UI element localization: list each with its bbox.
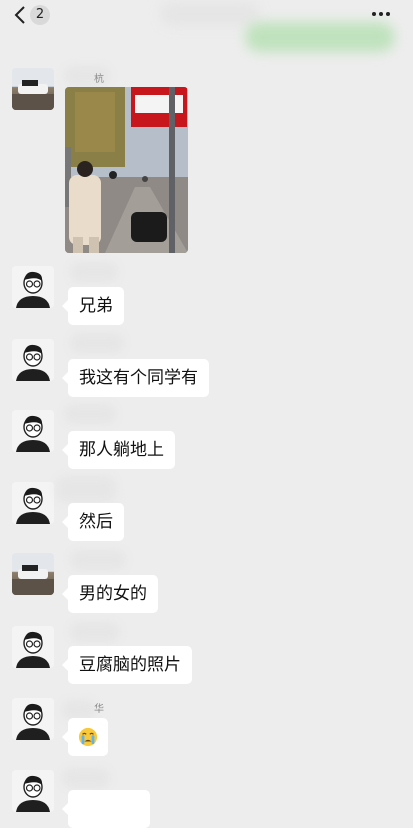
avatar[interactable]: [12, 553, 54, 595]
message-bubble[interactable]: 然后: [62, 503, 124, 541]
more-options-button[interactable]: [372, 8, 394, 20]
chat-header: 2: [0, 0, 413, 52]
dot-icon: [386, 12, 390, 16]
unread-count-badge: 2: [30, 5, 50, 25]
emoji-message[interactable]: 😭: [62, 718, 108, 756]
chevron-left-icon: [14, 6, 25, 24]
avatar[interactable]: [12, 770, 54, 812]
sender-name-blur: [62, 768, 110, 788]
avatar[interactable]: [12, 482, 54, 524]
sender-name-blur: [70, 622, 120, 642]
avatar[interactable]: [12, 626, 54, 668]
sender-name-blur: [64, 404, 116, 424]
sender-name: 华: [94, 704, 104, 715]
dot-icon: [379, 12, 383, 16]
message-bubble[interactable]: 豆腐脑的照片: [62, 646, 192, 684]
sender-name-blur: [70, 262, 118, 282]
sender-name-blur: [70, 333, 124, 353]
sender-name-blur: [62, 700, 96, 720]
avatar[interactable]: [12, 68, 54, 110]
message-bubble[interactable]: 男的女的: [62, 575, 158, 613]
message-bubble[interactable]: 兄弟: [62, 287, 124, 325]
avatar[interactable]: [12, 410, 54, 452]
dot-icon: [372, 12, 376, 16]
image-message[interactable]: [65, 87, 188, 253]
back-button[interactable]: 2: [14, 3, 58, 27]
sender-name: 杭: [94, 74, 104, 85]
avatar[interactable]: [12, 339, 54, 381]
avatar[interactable]: [12, 266, 54, 308]
message-bubble[interactable]: 那人躺地上: [62, 431, 175, 469]
sender-name-blur: [56, 476, 116, 502]
avatar[interactable]: [12, 698, 54, 740]
chat-title-blur-green: [245, 22, 395, 52]
message-bubble[interactable]: 我这有个同学有: [62, 359, 209, 397]
sender-name-blur: [70, 550, 126, 570]
message-bubble[interactable]: [62, 790, 150, 828]
crying-face-icon: [78, 727, 98, 747]
chat-title-blur: [160, 2, 260, 26]
